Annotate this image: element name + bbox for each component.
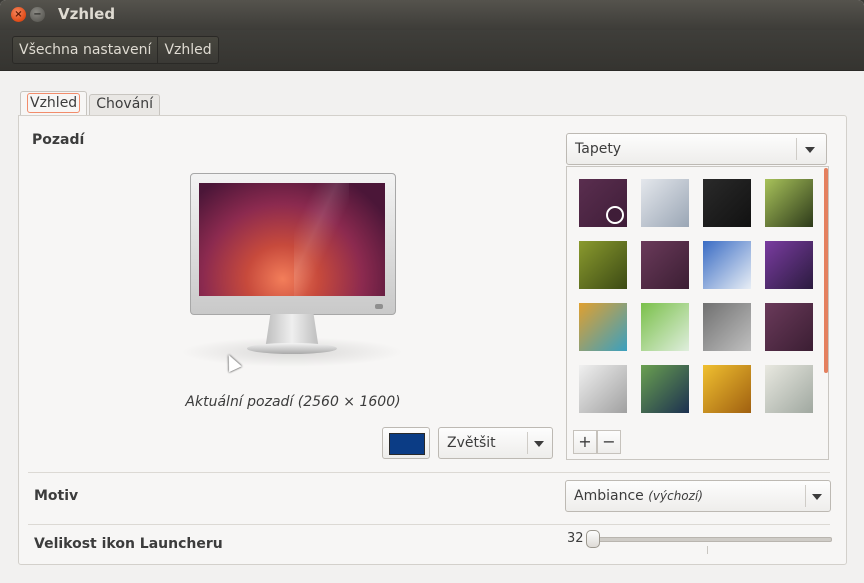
wallpaper-5-thumbnail[interactable] — [579, 241, 627, 289]
color-swatch — [389, 433, 425, 455]
wallpaper-mode-select[interactable]: Zvětšit — [438, 427, 553, 459]
wallpaper-mode-value: Zvětšit — [447, 435, 496, 451]
wallpaper-gallery[interactable] — [566, 166, 829, 429]
gallery-scrollbar[interactable] — [824, 168, 828, 373]
content-area: Vzhled Chování Pozadí Tapety Aktuální po… — [0, 71, 864, 583]
background-section-title: Pozadí — [32, 132, 85, 148]
wallpaper-3-thumbnail[interactable] — [703, 179, 751, 227]
background-color-button[interactable] — [382, 427, 430, 459]
remove-wallpaper-button[interactable]: − — [597, 430, 621, 454]
monitor-preview — [190, 173, 396, 315]
separator — [28, 524, 830, 525]
gallery-toolbar: + − — [566, 427, 829, 460]
slider-handle[interactable] — [586, 530, 600, 548]
theme-select-value: Ambiance — [574, 488, 644, 504]
monitor-base — [247, 343, 337, 354]
titlebar: × − Vzhled — [0, 0, 864, 30]
wallpaper-8-thumbnail[interactable] — [765, 241, 813, 289]
current-wallpaper-preview — [199, 183, 385, 296]
tab-bar: Vzhled Chování — [20, 91, 161, 115]
current-background-caption: Aktuální pozadí (2560 × 1600) — [185, 394, 401, 410]
launcher-icon-size-value: 32 — [567, 531, 584, 546]
wallpaper-6-thumbnail[interactable] — [641, 241, 689, 289]
close-window-button[interactable]: × — [11, 7, 26, 22]
chevron-down-icon — [812, 494, 822, 500]
theme-select[interactable]: Ambiance (výchozí) — [565, 480, 831, 512]
wallpaper-11-thumbnail[interactable] — [703, 303, 751, 351]
slider-tick — [707, 546, 708, 554]
wallpaper-15-thumbnail[interactable] — [703, 365, 751, 413]
chevron-down-icon — [534, 441, 544, 447]
minimize-window-button[interactable]: − — [30, 7, 45, 22]
tab-appearance-label: Vzhled — [27, 93, 81, 113]
window-title: Vzhled — [58, 5, 116, 23]
slideshow-clock-icon — [606, 206, 624, 224]
separator — [28, 472, 830, 473]
launcher-icon-size-title: Velikost ikon Launcheru — [34, 536, 223, 552]
wallpaper-7-thumbnail[interactable] — [703, 241, 751, 289]
tab-appearance[interactable]: Vzhled — [20, 91, 88, 115]
wallpaper-16-thumbnail[interactable] — [765, 365, 813, 413]
wallpaper-4-thumbnail[interactable] — [765, 179, 813, 227]
wallpaper-9-thumbnail[interactable] — [579, 303, 627, 351]
breadcrumb-all-settings[interactable]: Všechna nastavení — [13, 37, 157, 63]
wallpaper-14-thumbnail[interactable] — [641, 365, 689, 413]
tab-behavior[interactable]: Chování — [89, 94, 161, 115]
breadcrumb: Všechna nastavení Vzhled — [12, 36, 219, 64]
add-wallpaper-button[interactable]: + — [573, 430, 597, 454]
theme-section-title: Motiv — [34, 488, 79, 504]
theme-default-suffix: (výchozí) — [648, 489, 703, 503]
chevron-down-icon — [805, 147, 815, 153]
appearance-window: × − Vzhled Všechna nastavení Vzhled Vzhl… — [0, 0, 864, 583]
power-led-icon — [375, 304, 383, 309]
wallpaper-13-thumbnail[interactable] — [579, 365, 627, 413]
breadcrumb-appearance[interactable]: Vzhled — [157, 37, 217, 63]
wallpaper-12-thumbnail[interactable] — [765, 303, 813, 351]
wallpaper-1-thumbnail[interactable] — [579, 179, 627, 227]
wallpaper-10-thumbnail[interactable] — [641, 303, 689, 351]
wallpaper-source-value: Tapety — [575, 141, 622, 157]
wallpaper-source-select[interactable]: Tapety — [566, 133, 827, 165]
launcher-icon-size-slider[interactable] — [590, 537, 832, 542]
toolbar: Všechna nastavení Vzhled — [0, 30, 864, 71]
wallpaper-2-thumbnail[interactable] — [641, 179, 689, 227]
